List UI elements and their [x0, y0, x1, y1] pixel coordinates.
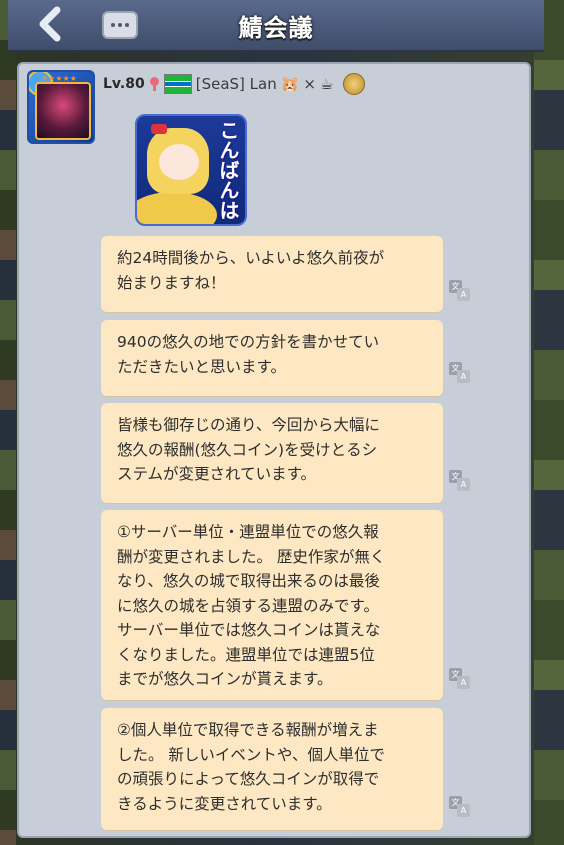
title-bar: 鯖会議 — [8, 0, 544, 52]
player-level: Lv.80 — [103, 76, 145, 92]
name-separator: × — [303, 75, 316, 93]
flag-icon — [163, 74, 192, 94]
sticker-text: こんばんは — [216, 120, 240, 220]
page-title: 鯖会議 — [238, 13, 314, 42]
translate-icon[interactable]: 文A — [449, 280, 471, 302]
post-header: Lv.80 [SeaS] Lan 🐹 × ☕ — [103, 72, 366, 96]
more-options-button[interactable] — [102, 11, 138, 39]
location-pin-icon — [149, 77, 160, 91]
game-backdrop-left — [0, 0, 16, 845]
more-dots-icon — [111, 23, 115, 27]
chat-panel[interactable]: ★★★★★ Lv.80 [SeaS] Lan 🐹 × ☕ こんばんは 約24時間… — [17, 62, 531, 838]
hamster-icon: 🐹 — [280, 75, 300, 93]
avatar-portrait — [35, 82, 91, 140]
message-bubble-3[interactable]: 皆様も御存じの通り、今回から大幅に 悠久の報酬(悠久コイン)を受けとるシ ステム… — [101, 403, 443, 503]
message-bubble-4[interactable]: ①サーバー単位・連盟単位での悠久報 酬が変更されました。 歴史作家が無く なり、… — [101, 510, 443, 700]
player-name[interactable]: [SeaS] Lan — [196, 75, 277, 93]
game-backdrop-right — [534, 0, 564, 845]
translate-icon[interactable]: 文A — [449, 796, 471, 818]
sticker-image: こんばんは — [135, 114, 247, 226]
translate-icon[interactable]: 文A — [449, 470, 471, 492]
translate-icon[interactable]: 文A — [449, 668, 471, 690]
message-bubble-1[interactable]: 約24時間後から、いよいよ悠久前夜が 始まりますね！ — [101, 236, 443, 312]
chevron-left-icon — [39, 6, 61, 42]
message-bubble-5[interactable]: ②個人単位で取得できる報酬が増えま した。 新しいイベントや、個人単位で の頑張… — [101, 708, 443, 830]
avatar[interactable]: ★★★★★ — [27, 70, 95, 144]
laurel-badge-icon — [343, 73, 366, 95]
cup-icon: ☕ — [319, 75, 334, 93]
translate-icon[interactable]: 文A — [449, 362, 471, 384]
back-button[interactable] — [32, 6, 68, 42]
message-bubble-2[interactable]: 940の悠久の地での方針を書かせてい ただきたいと思います。 — [101, 320, 443, 396]
